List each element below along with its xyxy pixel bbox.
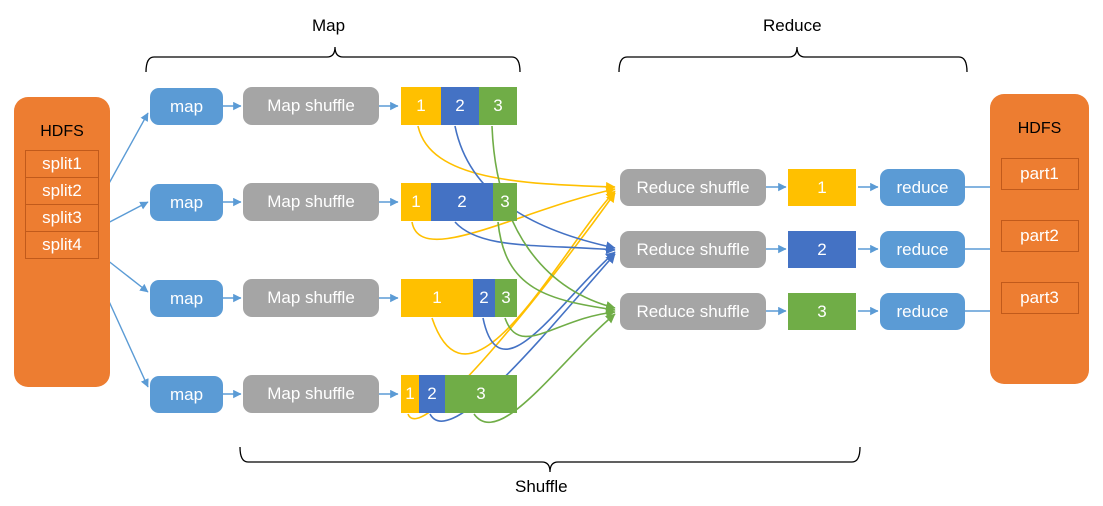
partition-bar-2-segment-2[interactable]: 2: [431, 183, 493, 221]
partition-bar-3: 1 2 3: [401, 279, 517, 317]
reduce-shuffle-2[interactable]: Reduce shuffle: [620, 231, 766, 268]
partition-bar-4-segment-1[interactable]: 1: [401, 375, 419, 413]
output-hdfs-container: HDFS part1 part2 part3: [990, 94, 1089, 384]
part-item-1[interactable]: part1: [1000, 158, 1079, 190]
split-item-3[interactable]: split3: [25, 204, 99, 232]
partition-bar-2-segment-1[interactable]: 1: [401, 183, 431, 221]
split-item-4[interactable]: split4: [25, 231, 99, 259]
reduce-task-3[interactable]: reduce: [880, 293, 965, 330]
reduce-input-block-1[interactable]: 1: [788, 169, 856, 206]
brace-reduce: [618, 46, 968, 73]
partition-bar-4: 1 2 3: [401, 375, 517, 413]
part-list: part1 part2 part3: [990, 148, 1089, 314]
partition-bar-1: 1 2 3: [401, 87, 517, 125]
reduce-shuffle-3[interactable]: Reduce shuffle: [620, 293, 766, 330]
reduce-input-block-2[interactable]: 2: [788, 231, 856, 268]
reduce-shuffle-1[interactable]: Reduce shuffle: [620, 169, 766, 206]
part-item-2[interactable]: part2: [1000, 220, 1079, 252]
partition-bar-4-segment-2[interactable]: 2: [419, 375, 445, 413]
map-shuffle-4[interactable]: Map shuffle: [243, 375, 379, 413]
brace-label-shuffle: Shuffle: [515, 477, 568, 496]
reduce-task-1[interactable]: reduce: [880, 169, 965, 206]
part-item-3[interactable]: part3: [1000, 282, 1079, 314]
input-hdfs-title: HDFS: [40, 123, 84, 140]
input-hdfs-container: HDFS split1 split2 split3 split4: [14, 97, 110, 387]
brace-label-reduce: Reduce: [763, 16, 822, 35]
brace-label-map: Map: [312, 16, 346, 35]
map-task-4[interactable]: map: [150, 376, 223, 413]
map-shuffle-2[interactable]: Map shuffle: [243, 183, 379, 221]
split-list: split1 split2 split3 split4: [14, 150, 110, 259]
output-hdfs-title: HDFS: [1017, 120, 1062, 137]
partition-bar-1-segment-2[interactable]: 2: [441, 87, 479, 125]
partition-bar-3-segment-3[interactable]: 3: [495, 279, 517, 317]
split-item-2[interactable]: split2: [25, 177, 99, 205]
split-item-1[interactable]: split1: [25, 150, 99, 178]
map-task-1[interactable]: map: [150, 88, 223, 125]
partition-bar-1-segment-3[interactable]: 3: [479, 87, 517, 125]
map-task-2[interactable]: map: [150, 184, 223, 221]
brace-map: [145, 46, 521, 73]
partition-bar-4-segment-3[interactable]: 3: [445, 375, 517, 413]
reduce-input-block-3[interactable]: 3: [788, 293, 856, 330]
mapreduce-diagram: Map Reduce Shuffle HDFS split1 split2 sp…: [0, 0, 1103, 506]
partition-bar-1-segment-1[interactable]: 1: [401, 87, 441, 125]
partition-bar-2-segment-3[interactable]: 3: [493, 183, 517, 221]
partition-bar-2: 1 2 3: [401, 183, 517, 221]
map-shuffle-3[interactable]: Map shuffle: [243, 279, 379, 317]
partition-bar-3-segment-2[interactable]: 2: [473, 279, 495, 317]
map-row-arrows: [223, 101, 399, 399]
map-task-3[interactable]: map: [150, 280, 223, 317]
reduce-task-2[interactable]: reduce: [880, 231, 965, 268]
map-shuffle-1[interactable]: Map shuffle: [243, 87, 379, 125]
brace-shuffle: [239, 446, 861, 473]
partition-bar-3-segment-1[interactable]: 1: [401, 279, 473, 317]
